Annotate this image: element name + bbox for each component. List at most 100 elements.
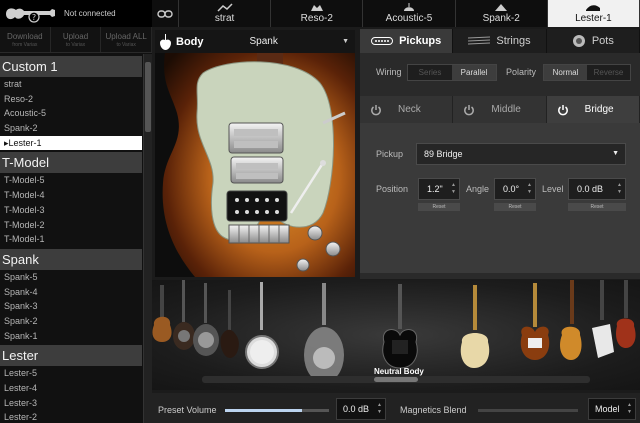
level-label: Level (542, 184, 564, 194)
preset-item[interactable]: strat (0, 77, 142, 92)
stepper-arrows-icon[interactable]: ▲ ▼ (451, 182, 456, 196)
tab-neck[interactable]: Neck (360, 96, 454, 123)
polarity-normal[interactable]: Normal (544, 65, 587, 80)
position-stepper[interactable]: 1.2" ▲ ▼ (418, 178, 460, 200)
preset-item[interactable]: Lester-5 (0, 366, 142, 381)
magnetics-blend-stepper[interactable]: Model ▲ ▼ (588, 398, 636, 420)
stepper-arrows-icon[interactable]: ▲ ▼ (377, 402, 382, 416)
tab-bridge[interactable]: Bridge (546, 96, 640, 123)
tab-strings[interactable]: Strings (453, 29, 547, 53)
carousel-scrollbar[interactable] (202, 376, 590, 383)
polarity-toggle[interactable]: Normal Reverse (543, 64, 631, 81)
connection-status: ? Not connected (0, 0, 152, 27)
preset-item-label: Spank-3 (4, 301, 38, 312)
bridge-pickup-settings: Pickup 89 Bridge ▼ Position 1.2" ▲ ▼ Rese… (360, 123, 640, 273)
tab-preset-label: Lester-1 (575, 13, 612, 24)
stepper-arrows-icon[interactable]: ▲ ▼ (617, 182, 622, 196)
angle-reset-button[interactable]: Reset (494, 203, 536, 211)
stepper-arrows-icon[interactable]: ▲ ▼ (527, 182, 532, 196)
download-button[interactable]: Download from Variax (0, 27, 51, 52)
body-thumb-banjo[interactable] (245, 282, 279, 369)
preset-item[interactable]: Spank-4 (0, 285, 142, 300)
upload-all-sub: to Variax (116, 42, 136, 48)
preset-item-label: strat (4, 79, 22, 89)
magnetics-blend-value: Model (595, 404, 620, 414)
link-button[interactable] (152, 0, 179, 27)
angle-stepper[interactable]: 0.0° ▲ ▼ (494, 178, 536, 200)
preset-list-scrollbar[interactable] (143, 54, 152, 423)
level-reset-button[interactable]: Reset (568, 203, 626, 211)
preset-item[interactable]: Lester-4 (0, 381, 142, 396)
body-thumb-lespaul[interactable] (560, 280, 582, 360)
body-thumb-red[interactable] (616, 280, 636, 348)
body-thumb-tele-sunburst[interactable] (152, 285, 172, 342)
preset-group-header[interactable]: Spank (0, 248, 142, 270)
preset-group-header[interactable]: T-Model (0, 152, 142, 174)
tab-preset[interactable]: Lester-1 (547, 0, 640, 27)
tab-preset[interactable]: Reso-2 (271, 0, 364, 27)
preset-item[interactable]: T-Model-2 (0, 218, 142, 233)
preset-item[interactable]: ▸Lester-1 (0, 135, 142, 151)
tab-preset[interactable]: strat (179, 0, 272, 27)
wiring-series[interactable]: Series (408, 65, 452, 80)
position-reset-button[interactable]: Reset (418, 203, 460, 211)
wiring-toggle[interactable]: Series Parallel (407, 64, 497, 81)
preset-group-header[interactable]: Lester (0, 345, 142, 367)
scrollbar-thumb[interactable] (145, 62, 151, 132)
body-selector[interactable]: Body Spank ▼ (155, 30, 355, 53)
body-thumb-resonator-small[interactable] (173, 280, 195, 350)
preset-item-label: Lester-1 (8, 137, 42, 148)
preset-item[interactable]: T-Model-1 (0, 232, 142, 247)
body-thumb-strat-sunburst[interactable] (520, 283, 550, 360)
strings-icon (468, 36, 491, 45)
tab-preset[interactable]: Acoustic-5 (363, 0, 456, 27)
body-thumb-resonator-large[interactable] (304, 283, 344, 383)
tab-preset[interactable]: Spank-2 (456, 0, 548, 27)
tab-bridge-label: Bridge (584, 104, 614, 115)
preset-item-label: Acoustic-5 (4, 108, 47, 119)
bottom-bar: Preset Volume 0.0 dB ▲ ▼ Magnetics Blend … (152, 393, 640, 423)
tab-pickups[interactable]: Pickups (360, 29, 454, 53)
preset-item[interactable]: Spank-1 (0, 329, 142, 344)
magnetics-blend-slider[interactable] (478, 409, 578, 412)
sync-toolbar: Download from Variax Upload to Variax Up… (0, 27, 153, 53)
upload-button[interactable]: Upload to Variax (51, 27, 102, 52)
preset-volume-value: 0.0 dB (343, 404, 370, 414)
stepper-arrows-icon[interactable]: ▲ ▼ (627, 402, 632, 416)
preset-item[interactable]: Spank-5 (0, 270, 142, 285)
preset-volume-slider[interactable] (225, 409, 329, 412)
body-thumb-neutral-body[interactable] (382, 284, 418, 369)
carousel-scrollbar-thumb[interactable] (374, 377, 418, 382)
level-stepper[interactable]: 0.0 dB ▲ ▼ (568, 178, 626, 200)
preset-item[interactable]: T-Model-5 (0, 173, 142, 188)
preset-item[interactable]: Spank-2 (0, 121, 142, 136)
preset-item[interactable]: Lester-2 (0, 410, 142, 423)
tab-pots-label: Pots (591, 35, 614, 47)
body-thumb-resonator-round[interactable] (193, 283, 219, 356)
preset-item[interactable]: Reso-2 (0, 92, 142, 107)
knob-icon (572, 35, 585, 47)
wiring-parallel[interactable]: Parallel (452, 65, 496, 80)
tab-preset-label: Acoustic-5 (385, 13, 433, 24)
pickup-model-select[interactable]: 89 Bridge ▼ (416, 143, 626, 165)
body-thumb-tele-blonde[interactable] (460, 285, 490, 368)
body-thumb-sg-white[interactable] (592, 280, 614, 358)
tab-pots[interactable]: Pots (547, 29, 640, 53)
tab-middle[interactable]: Middle (453, 96, 547, 123)
preset-volume-stepper[interactable]: 0.0 dB ▲ ▼ (336, 398, 386, 420)
preset-item[interactable]: Spank-3 (0, 299, 142, 314)
upload-all-button[interactable]: Upload ALL to Variax (101, 27, 153, 52)
preset-item[interactable]: Lester-3 (0, 396, 142, 411)
preset-item[interactable]: T-Model-4 (0, 188, 142, 203)
tab-strings-label: Strings (496, 35, 531, 47)
polarity-reverse[interactable]: Reverse (587, 65, 630, 80)
wiring-label: Wiring (376, 67, 402, 77)
download-sub: from Variax (12, 42, 38, 48)
preset-item[interactable]: Acoustic-5 (0, 106, 142, 121)
preset-item[interactable]: Spank-2 (0, 314, 142, 329)
preset-group-header[interactable]: Custom 1 (0, 56, 142, 77)
body-model-carousel[interactable]: Neutral Body (152, 280, 640, 390)
preset-item[interactable]: T-Model-3 (0, 203, 142, 218)
tab-preset-label: Reso-2 (300, 13, 333, 24)
body-thumb-mandolin[interactable] (220, 290, 239, 358)
